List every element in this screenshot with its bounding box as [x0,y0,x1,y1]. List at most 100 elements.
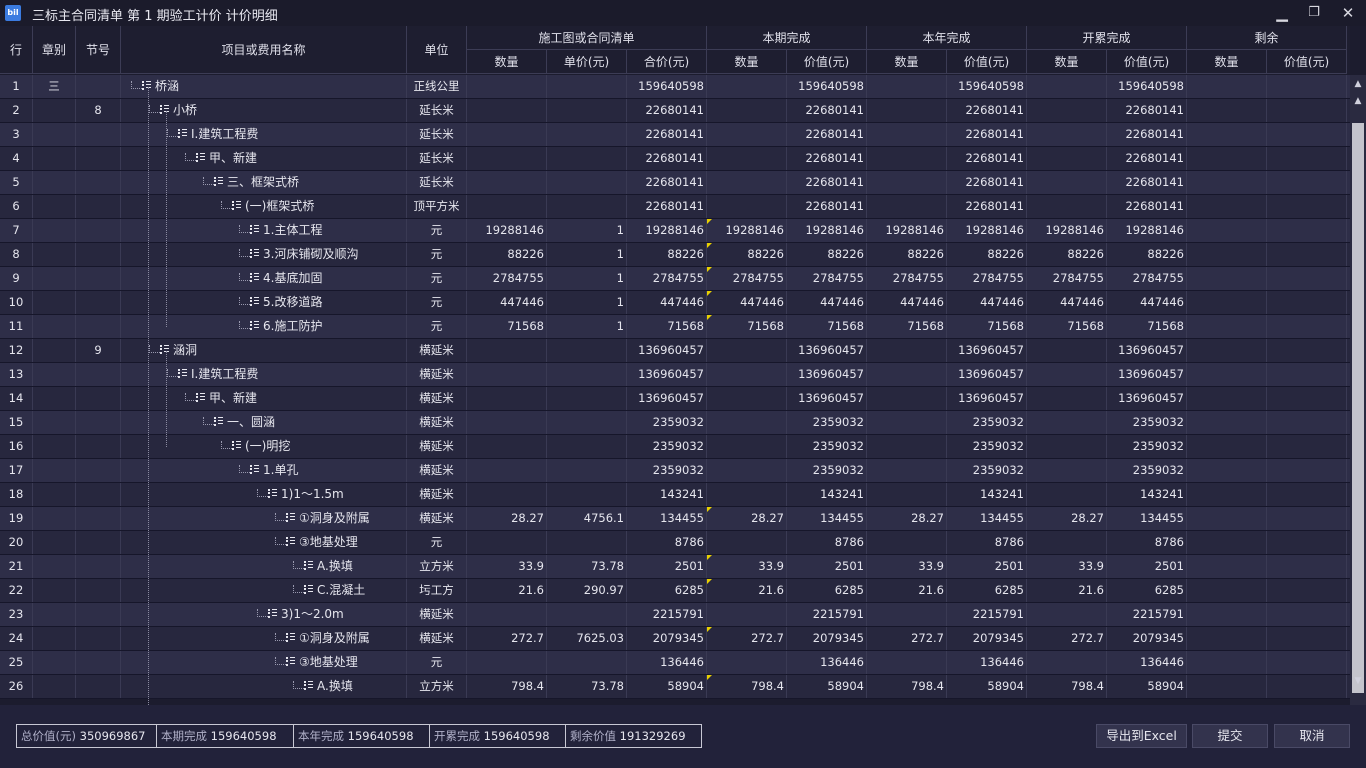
cell-cumulative-value[interactable]: 2501 [1107,555,1187,578]
cell-contract-total[interactable]: 22680141 [627,147,707,170]
cell-item-name[interactable]: 甲、新建 [121,387,407,410]
cell-remaining-value[interactable] [1267,75,1347,98]
cell-cumulative-value[interactable]: 159640598 [1107,75,1187,98]
cell-item-name[interactable]: 3.河床铺砌及顺沟 [121,243,407,266]
cell-chapter[interactable] [33,291,76,314]
cell-item-name[interactable]: ③地基处理 [121,531,407,554]
cell-contract-total[interactable]: 8786 [627,531,707,554]
cell-remaining-value[interactable] [1267,291,1347,314]
cell-item-name[interactable]: (一)明挖 [121,435,407,458]
cell-section[interactable] [76,315,121,338]
cell-item-name[interactable]: ③地基处理 [121,651,407,674]
cell-chapter[interactable] [33,219,76,242]
cell-period-qty[interactable] [707,171,787,194]
header-remaining-qty[interactable]: 数量 [1187,50,1267,74]
cell-period-value[interactable]: 22680141 [787,99,867,122]
cell-year-qty[interactable] [867,339,947,362]
cell-year-value[interactable]: 134455 [947,507,1027,530]
cell-remaining-qty[interactable] [1187,651,1267,674]
cell-period-value[interactable]: 2501 [787,555,867,578]
cell-cumulative-qty[interactable] [1027,411,1107,434]
cell-section[interactable] [76,147,121,170]
cell-contract-qty[interactable] [467,147,547,170]
cell-row-number[interactable]: 7 [0,219,33,242]
cell-remaining-qty[interactable] [1187,123,1267,146]
cell-cumulative-value[interactable]: 2359032 [1107,459,1187,482]
cell-unit[interactable]: 顶平方米 [407,195,467,218]
cell-cumulative-qty[interactable] [1027,651,1107,674]
cell-cumulative-qty[interactable]: 33.9 [1027,555,1107,578]
cell-year-qty[interactable] [867,531,947,554]
header-period-qty[interactable]: 数量 [707,50,787,74]
cell-year-value[interactable]: 2359032 [947,435,1027,458]
cell-remaining-value[interactable] [1267,603,1347,626]
cell-chapter[interactable] [33,315,76,338]
cell-contract-total[interactable]: 2359032 [627,411,707,434]
cell-row-number[interactable]: 2 [0,99,33,122]
cell-contract-qty[interactable]: 33.9 [467,555,547,578]
cell-item-name[interactable]: A.换填 [121,555,407,578]
cell-period-value[interactable]: 136446 [787,651,867,674]
cell-row-number[interactable]: 22 [0,579,33,602]
cell-contract-qty[interactable]: 447446 [467,291,547,314]
cell-row-number[interactable]: 5 [0,171,33,194]
cell-remaining-qty[interactable] [1187,363,1267,386]
cell-period-qty[interactable]: 447446 [707,291,787,314]
cell-contract-qty[interactable] [467,195,547,218]
cell-period-value[interactable]: 136960457 [787,339,867,362]
cell-remaining-qty[interactable] [1187,531,1267,554]
table-row[interactable]: 12 9 涵洞 横延米 136960457 136960457 136960457 13696… [0,339,1350,363]
cell-row-number[interactable]: 24 [0,627,33,650]
cell-cumulative-qty[interactable]: 447446 [1027,291,1107,314]
cell-section[interactable]: 8 [76,99,121,122]
cell-contract-unit-price[interactable]: 1 [547,243,627,266]
cell-cumulative-value[interactable]: 6285 [1107,579,1187,602]
cell-contract-qty[interactable] [467,171,547,194]
cell-year-qty[interactable] [867,459,947,482]
cell-year-qty[interactable] [867,99,947,122]
cell-contract-qty[interactable] [467,123,547,146]
table-row[interactable]: 17 1.单孔 横延米 2359032 2359032 2359032 2359032 [0,459,1350,483]
tree-node[interactable]: 1)1～1.5m [268,483,344,506]
cell-period-value[interactable]: 71568 [787,315,867,338]
table-row[interactable]: 16 (一)明挖 横延米 2359032 2359032 2359032 2359032 [0,435,1350,459]
cell-year-value[interactable]: 8786 [947,531,1027,554]
cell-period-value[interactable]: 22680141 [787,123,867,146]
cell-unit[interactable]: 延长米 [407,171,467,194]
cell-cumulative-value[interactable]: 136960457 [1107,387,1187,410]
cell-period-qty[interactable]: 2784755 [707,267,787,290]
cell-item-name[interactable]: Ⅰ.建筑工程费 [121,363,407,386]
cell-contract-unit-price[interactable] [547,123,627,146]
cell-year-value[interactable]: 136960457 [947,339,1027,362]
cell-cumulative-value[interactable]: 134455 [1107,507,1187,530]
header-contract-unit-price[interactable]: 单价(元) [547,50,627,74]
cell-cumulative-qty[interactable]: 88226 [1027,243,1107,266]
vertical-scrollbar[interactable]: ▲ ▲ ▼ [1350,75,1366,705]
export-excel-button[interactable]: 导出到Excel [1096,724,1187,748]
cell-contract-total[interactable]: 2784755 [627,267,707,290]
cell-period-qty[interactable] [707,339,787,362]
cell-cumulative-value[interactable]: 8786 [1107,531,1187,554]
cell-chapter[interactable] [33,555,76,578]
cell-cumulative-value[interactable]: 88226 [1107,243,1187,266]
cell-year-qty[interactable] [867,603,947,626]
cell-remaining-qty[interactable] [1187,315,1267,338]
cell-cumulative-qty[interactable] [1027,435,1107,458]
cell-remaining-value[interactable] [1267,243,1347,266]
cell-section[interactable] [76,363,121,386]
cell-cumulative-qty[interactable] [1027,483,1107,506]
table-row[interactable]: 18 1)1～1.5m 横延米 143241 143241 143241 143241 [0,483,1350,507]
cell-year-value[interactable]: 71568 [947,315,1027,338]
cell-cumulative-value[interactable]: 22680141 [1107,171,1187,194]
cell-chapter[interactable] [33,243,76,266]
cell-row-number[interactable]: 19 [0,507,33,530]
cell-remaining-value[interactable] [1267,123,1347,146]
cell-cumulative-qty[interactable]: 798.4 [1027,675,1107,698]
cell-chapter[interactable] [33,99,76,122]
cell-year-value[interactable]: 2215791 [947,603,1027,626]
tree-node[interactable]: 一、圆涵 [214,411,275,434]
cell-remaining-value[interactable] [1267,363,1347,386]
cell-remaining-value[interactable] [1267,555,1347,578]
cell-section[interactable] [76,291,121,314]
cell-unit[interactable]: 立方米 [407,675,467,698]
